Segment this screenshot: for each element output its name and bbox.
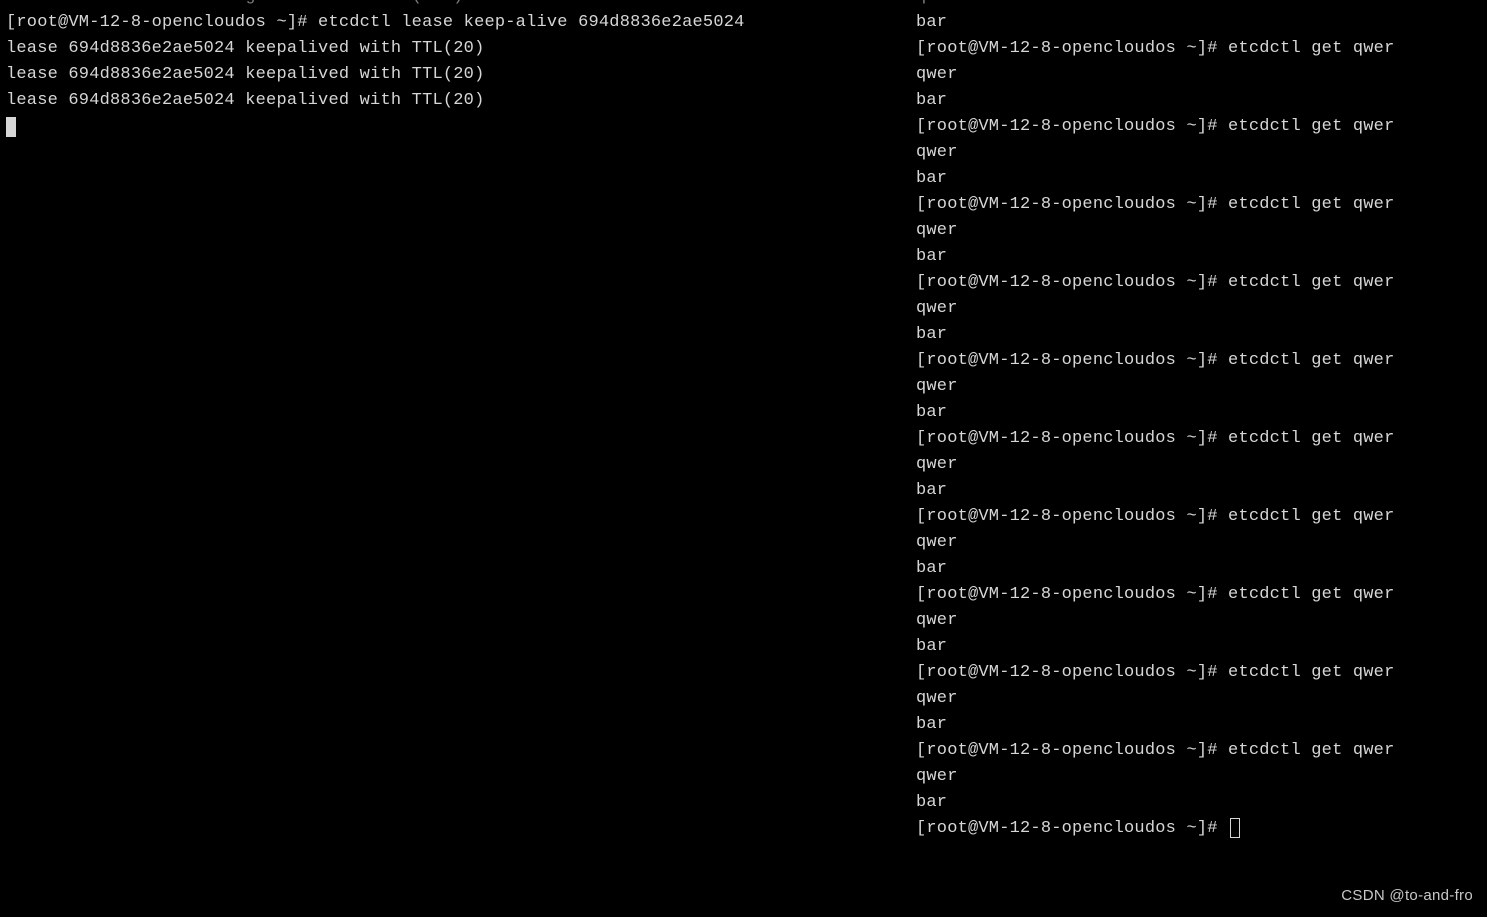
terminal-prompt-line: [root@VM-12-8-opencloudos ~]# etcdctl ge… <box>916 426 1487 452</box>
terminal-cursor-line <box>6 114 910 141</box>
cursor-icon <box>1230 818 1240 838</box>
terminal-prompt-line: [root@VM-12-8-opencloudos ~]# etcdctl ge… <box>916 348 1487 374</box>
terminal-output-line: bar <box>916 244 1487 270</box>
terminal-output-line: qwer <box>916 218 1487 244</box>
terminal-prompt-line: [root@VM-12-8-opencloudos ~]# etcdctl ge… <box>916 660 1487 686</box>
terminal-pane-right[interactable]: qwer bar [root@VM-12-8-opencloudos ~]# e… <box>910 0 1487 917</box>
watermark-text: CSDN @to-and-fro <box>1341 883 1473 909</box>
terminal-prompt-line: [root@VM-12-8-opencloudos ~]# etcdctl le… <box>6 10 910 36</box>
terminal-output-line: qwer <box>916 764 1487 790</box>
terminal-prompt-line: [root@VM-12-8-opencloudos ~]# <box>916 816 1487 842</box>
terminal-output-line: qwer <box>916 608 1487 634</box>
terminal-output-line: bar <box>916 400 1487 426</box>
terminal-output-line: qwer <box>916 530 1487 556</box>
terminal-output-line: qwer <box>916 374 1487 400</box>
terminal-prompt-line: [root@VM-12-8-opencloudos ~]# etcdctl ge… <box>916 582 1487 608</box>
terminal-prompt-line: [root@VM-12-8-opencloudos ~]# etcdctl ge… <box>916 738 1487 764</box>
terminal-prompt-line: [root@VM-12-8-opencloudos ~]# etcdctl ge… <box>916 504 1487 530</box>
cursor-icon <box>6 117 16 137</box>
terminal-output-line: qwer <box>916 452 1487 478</box>
terminal-prompt-line: [root@VM-12-8-opencloudos ~]# etcdctl ge… <box>916 270 1487 296</box>
terminal-output-line: bar <box>916 478 1487 504</box>
terminal-output-line: bar <box>916 556 1487 582</box>
terminal-output-line: qwer <box>916 62 1487 88</box>
terminal-output-line: bar <box>916 322 1487 348</box>
terminal-output-line: bar <box>916 166 1487 192</box>
terminal-prompt-line: [root@VM-12-8-opencloudos ~]# etcdctl ge… <box>916 36 1487 62</box>
terminal-output-line: lease 694d8836e2ae5024 keepalived with T… <box>6 36 910 62</box>
terminal-prompt-line: [root@VM-12-8-opencloudos ~]# etcdctl ge… <box>916 114 1487 140</box>
terminal-pane-left[interactable]: lease 694d8836e2ae5024 granted with TTL(… <box>0 0 910 917</box>
terminal-output-line: bar <box>916 790 1487 816</box>
terminal-output-line: qwer <box>916 140 1487 166</box>
terminal-output-line: bar <box>916 712 1487 738</box>
terminal-prompt-text: [root@VM-12-8-opencloudos ~]# <box>916 819 1228 838</box>
terminal-output-line: qwer <box>916 686 1487 712</box>
terminal-output-line: qwer <box>916 296 1487 322</box>
terminal-output-line: bar <box>916 88 1487 114</box>
terminal-output-line: lease 694d8836e2ae5024 keepalived with T… <box>6 62 910 88</box>
terminal-prompt-line: [root@VM-12-8-opencloudos ~]# etcdctl ge… <box>916 192 1487 218</box>
terminal-output-line: qwer <box>916 0 1487 10</box>
terminal-output-line: bar <box>916 634 1487 660</box>
terminal-output-line: lease 694d8836e2ae5024 keepalived with T… <box>6 88 910 114</box>
terminal-output-line: bar <box>916 10 1487 36</box>
terminal-output-line: lease 694d8836e2ae5024 granted with TTL(… <box>6 0 910 10</box>
